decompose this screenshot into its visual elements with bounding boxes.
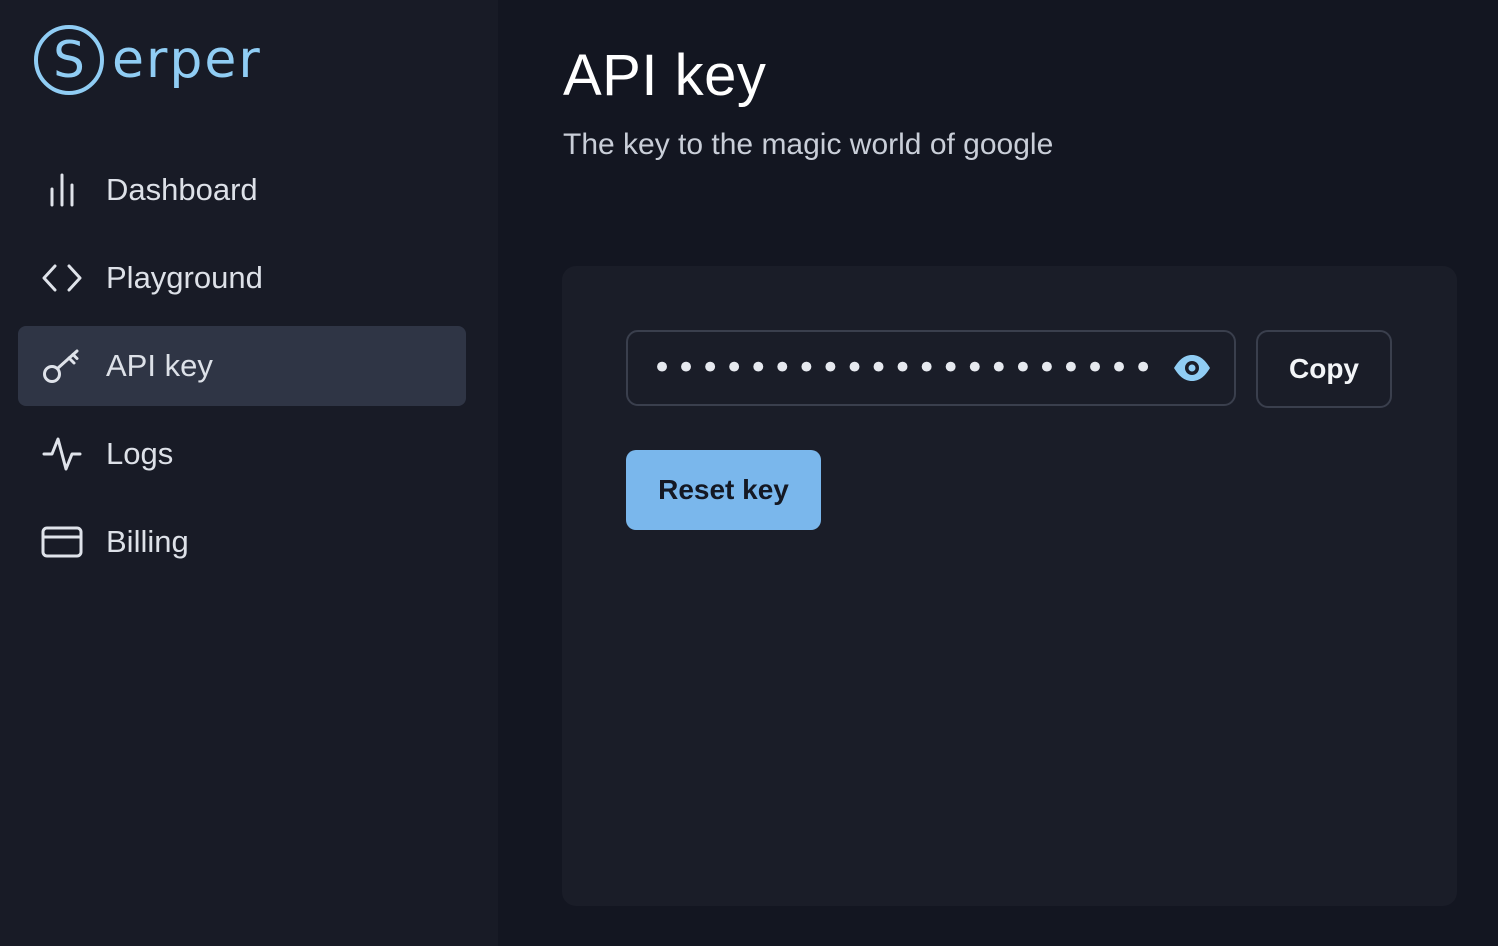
sidebar-item-billing[interactable]: Billing [18,502,466,582]
sidebar-item-playground[interactable]: Playground [18,238,466,318]
main-content: API key The key to the magic world of go… [498,0,1498,946]
credit-card-icon [40,520,84,564]
api-key-card: Copy Reset key [562,266,1457,906]
copy-button[interactable]: Copy [1256,330,1392,408]
sidebar-item-dashboard[interactable]: Dashboard [18,150,466,230]
sidebar-item-logs[interactable]: Logs [18,414,466,494]
sidebar-item-label: Playground [106,260,263,295]
activity-icon [40,432,84,476]
code-icon [40,256,84,300]
sidebar: S erper Dashboard Playground API key Log… [0,0,498,946]
app-window: S erper Dashboard Playground API key Log… [0,0,1498,946]
bar-chart-icon [40,168,84,212]
reset-key-button[interactable]: Reset key [626,450,821,530]
logo-text: erper [112,30,262,90]
sidebar-item-label: Billing [106,524,189,559]
logo-letter: S [53,31,85,89]
eye-icon[interactable] [1162,338,1222,398]
api-key-field [626,330,1236,406]
sidebar-nav: Dashboard Playground API key Logs Billin… [18,150,466,590]
key-icon [40,344,84,388]
sidebar-item-label: Dashboard [106,172,258,207]
api-key-input[interactable] [628,331,1162,405]
logo-mark: S [34,25,104,95]
page-title: API key [563,43,767,108]
sidebar-item-api-key[interactable]: API key [18,326,466,406]
sidebar-item-label: API key [106,348,213,383]
sidebar-item-label: Logs [106,436,174,471]
serper-logo[interactable]: S erper [34,22,262,98]
page-subtitle: The key to the magic world of google [563,128,1054,161]
